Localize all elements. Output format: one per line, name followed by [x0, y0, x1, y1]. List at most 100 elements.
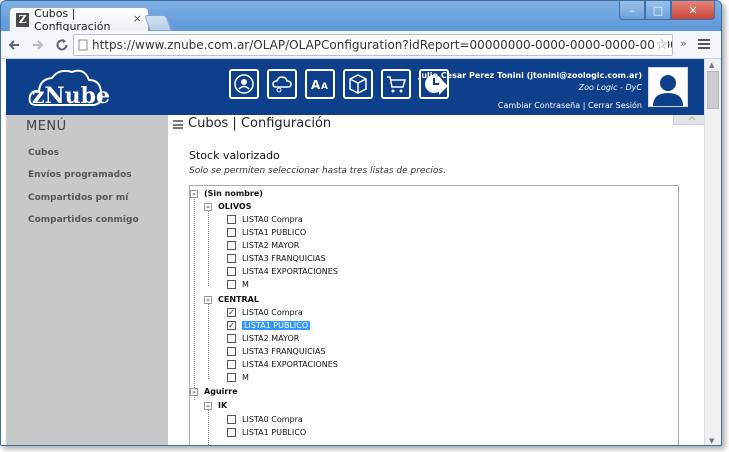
change-password-link[interactable]: Cambiar Contraseña [498, 101, 580, 110]
tree-root-label: (Sin nombre) [204, 189, 263, 198]
user-avatar-icon [653, 75, 683, 106]
list-item[interactable]: M [227, 372, 249, 383]
list-item[interactable]: LISTA1 PUBLICO [227, 227, 306, 238]
list-label-selected: LISTA1 PUBLICO [242, 321, 311, 330]
checkbox[interactable] [227, 280, 236, 289]
collapse-icon[interactable]: – [204, 401, 212, 410]
collapse-icon[interactable]: – [204, 202, 212, 211]
logo-text: zNube [32, 83, 110, 109]
list-label: LISTA3 FRANQUICIAS [242, 254, 326, 263]
collapse-icon[interactable]: – [204, 295, 212, 304]
svg-text:A: A [311, 78, 321, 92]
tree-group-aguirre[interactable]: – Aguirre [190, 386, 238, 397]
back-button[interactable] [3, 34, 25, 56]
znube-favicon-icon: Z [16, 12, 30, 27]
avatar[interactable] [648, 67, 688, 107]
list-item[interactable]: LISTA4 EXPORTACIONES [227, 266, 338, 277]
tree-group-central[interactable]: – CENTRAL [204, 294, 259, 305]
list-item[interactable]: LISTA3 FRANQUICIAS [227, 253, 326, 264]
list-item[interactable]: LISTA0 Compra [227, 214, 303, 225]
close-window-button[interactable]: ✕ [671, 1, 715, 20]
user-name: Julio Cesar Perez Tonini (jtonini@zoolog… [418, 71, 642, 80]
logout-link[interactable]: Cerrar Sesión [588, 101, 642, 110]
list-label: LISTA0 Compra [242, 415, 303, 424]
company-name: Zoo Logic - DyC [578, 83, 642, 92]
bookmark-star-icon[interactable]: ☆ [655, 37, 668, 53]
list-label: LISTA1 PUBLICO [242, 428, 307, 437]
tab-close-icon[interactable]: × [133, 12, 142, 25]
collapse-icon[interactable]: – [190, 387, 198, 396]
page-icon [78, 38, 88, 52]
checkbox-checked[interactable]: ✓ [227, 321, 236, 330]
sidebar-item-compartidos-conmigo[interactable]: Compartidos conmigo [28, 215, 139, 225]
checkbox[interactable] [227, 347, 236, 356]
forward-button[interactable] [27, 34, 49, 56]
fonts-module-icon[interactable]: AA [305, 69, 335, 99]
tree-root-node[interactable]: – (Sin nombre) [190, 188, 263, 199]
link-separator: | [582, 101, 586, 110]
list-item[interactable]: ✓ LISTA0 Compra [227, 307, 303, 318]
extensions-overflow-icon[interactable]: » [680, 37, 687, 50]
maximize-button[interactable]: □ [645, 1, 671, 20]
hamburger-menu-icon[interactable] [173, 120, 183, 129]
list-item[interactable]: LISTA1 PUBLICO [227, 427, 306, 438]
reload-icon [56, 38, 68, 50]
list-label: LISTA0 Compra [242, 308, 303, 317]
address-bar[interactable]: https://www.znube.com.ar/OLAP/OLAPConfig… [73, 34, 673, 56]
checkbox[interactable] [227, 215, 236, 224]
browser-window: Z Cubos | Configuración × – □ ✕ https://… [0, 0, 722, 446]
scroll-down-icon[interactable]: ▼ [709, 437, 714, 445]
list-item[interactable]: LISTA2 MAYOR [227, 333, 299, 344]
shopping-cart-icon[interactable] [381, 69, 411, 99]
checkbox[interactable] [227, 228, 236, 237]
users-module-icon[interactable] [229, 69, 259, 99]
collapse-icon[interactable]: – [190, 189, 198, 198]
title-bar: Z Cubos | Configuración × – □ ✕ [1, 1, 721, 33]
checkbox[interactable] [227, 415, 236, 424]
scrollbar-thumb[interactable] [707, 71, 719, 109]
list-item[interactable]: LISTA2 MAYOR [227, 240, 299, 251]
module-icon-bar: AA [229, 69, 449, 99]
cloud-settings-icon[interactable] [267, 69, 297, 99]
checkbox-checked[interactable]: ✓ [227, 308, 236, 317]
znube-logo[interactable]: zNube [26, 65, 110, 111]
new-tab-button[interactable] [144, 15, 172, 31]
page-title: Cubos | Configuración [188, 116, 332, 131]
sidebar: MENÚ Cubos Envíos programados Compartido… [6, 115, 168, 445]
checkbox[interactable] [227, 360, 236, 369]
browser-menu-icon[interactable] [695, 35, 713, 53]
app-header: zNube AA Julio Cesar Perez Tonini (jtoni… [6, 59, 704, 115]
tree-group-ik[interactable]: – IK [204, 400, 227, 411]
reload-button[interactable] [51, 34, 73, 56]
svg-text:A: A [321, 82, 328, 92]
tree-group-olivos[interactable]: – OLIVOS [204, 201, 252, 212]
sidebar-item-envios-programados[interactable]: Envíos programados [28, 170, 132, 180]
list-item[interactable]: ✓ LISTA1 PUBLICO [227, 320, 311, 331]
collapse-header-button[interactable] [673, 115, 704, 125]
list-label: LISTA4 EXPORTACIONES [242, 267, 338, 276]
browser-tab[interactable]: Z Cubos | Configuración × [9, 6, 149, 33]
cube-module-icon[interactable] [343, 69, 373, 99]
checkbox[interactable] [227, 254, 236, 263]
list-label: LISTA2 MAYOR [242, 334, 300, 343]
scroll-up-icon[interactable]: ▲ [709, 61, 714, 69]
list-label: M [242, 373, 249, 382]
checkbox[interactable] [227, 334, 236, 343]
sidebar-item-compartidos-por-mi[interactable]: Compartidos por mí [28, 193, 128, 203]
list-item[interactable]: LISTA3 FRANQUICIAS [227, 346, 326, 357]
list-item[interactable]: M [227, 279, 249, 290]
checkbox[interactable] [227, 373, 236, 382]
page-content: zNube AA Julio Cesar Perez Tonini (jtoni… [1, 59, 704, 445]
list-item[interactable]: LISTA4 EXPORTACIONES [227, 359, 338, 370]
list-item[interactable]: LISTA0 Compra [227, 414, 303, 425]
user-info: Julio Cesar Perez Tonini (jtonini@zoolog… [418, 70, 642, 112]
list-label: LISTA3 FRANQUICIAS [242, 347, 326, 356]
checkbox[interactable] [227, 267, 236, 276]
checkbox[interactable] [227, 428, 236, 437]
tab-title: Cubos | Configuración [34, 6, 111, 33]
page-scrollbar[interactable]: ▲ ▼ [704, 59, 721, 445]
chevron-up-icon [688, 116, 696, 121]
sidebar-item-cubos[interactable]: Cubos [28, 148, 59, 158]
minimize-button[interactable]: – [619, 1, 645, 20]
checkbox[interactable] [227, 241, 236, 250]
